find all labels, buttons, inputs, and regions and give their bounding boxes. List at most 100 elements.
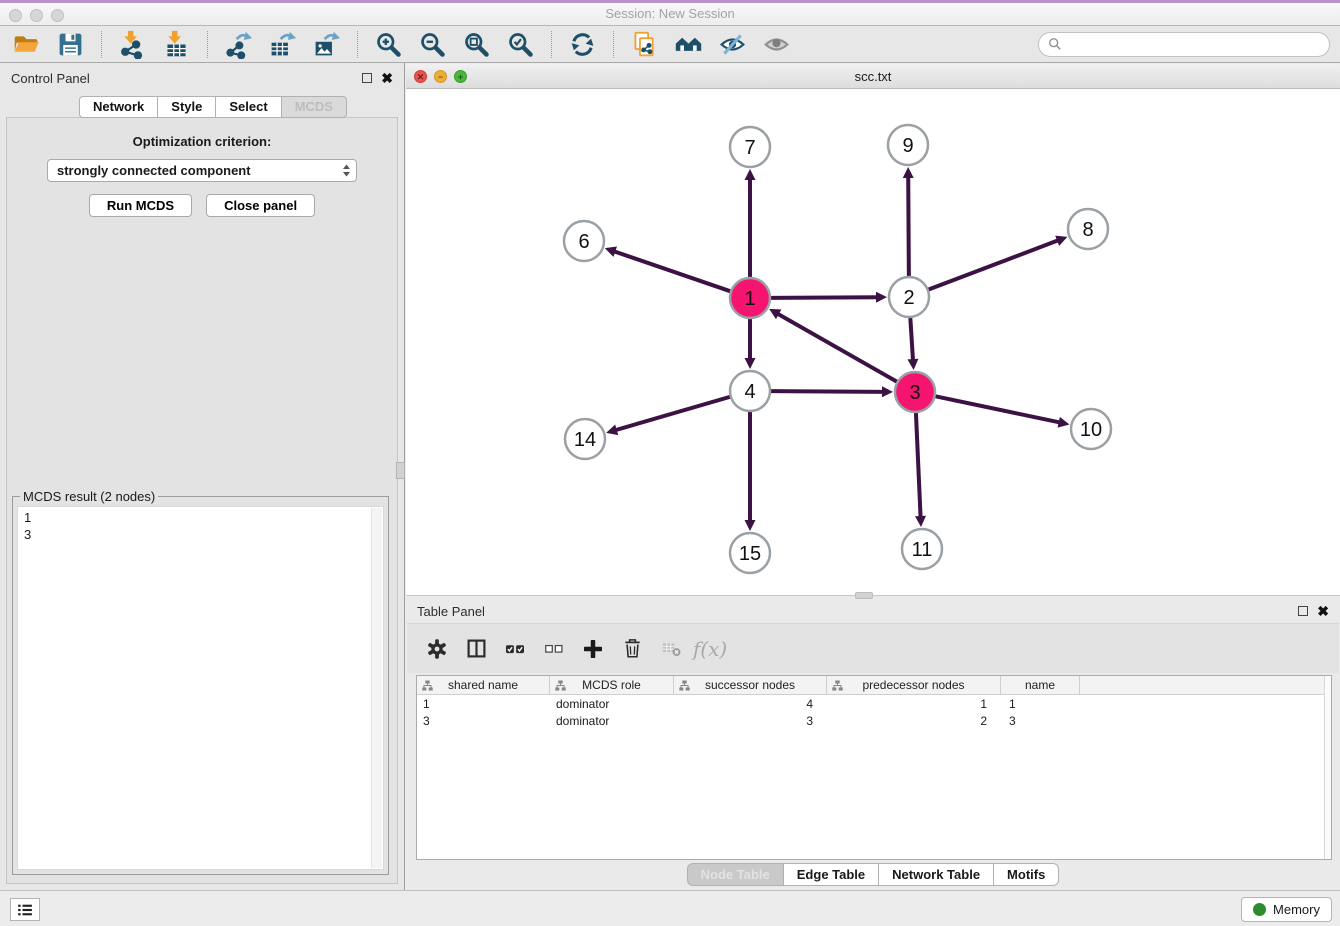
window-zoom-button[interactable] [51, 9, 64, 22]
delete-button[interactable] [619, 636, 645, 662]
show-all-button[interactable] [760, 28, 793, 60]
node-6[interactable]: 6 [564, 221, 604, 261]
mcds-result-list[interactable]: 13 [17, 506, 384, 870]
cell-predecessor-nodes[interactable]: 1 [827, 695, 1001, 712]
node-2[interactable]: 2 [889, 277, 929, 317]
select-all-button[interactable] [502, 636, 528, 662]
node-9[interactable]: 9 [888, 125, 928, 165]
column-header-successor-nodes[interactable]: successor nodes [674, 676, 827, 694]
node-14[interactable]: 14 [565, 419, 605, 459]
splitter-handle-horizontal[interactable] [855, 592, 873, 599]
zoom-selected-button[interactable] [504, 28, 537, 60]
cell-successor-nodes[interactable]: 3 [674, 712, 827, 729]
cell-name[interactable]: 1 [1001, 695, 1080, 712]
node-10[interactable]: 10 [1071, 409, 1111, 449]
node-4[interactable]: 4 [730, 371, 770, 411]
tab-network[interactable]: Network [79, 96, 157, 118]
close-panel-button[interactable]: Close panel [206, 194, 315, 217]
zoom-out-button[interactable] [416, 28, 449, 60]
node-11[interactable]: 11 [902, 529, 942, 569]
cell-predecessor-nodes[interactable]: 2 [827, 712, 1001, 729]
column-split-icon [465, 637, 488, 660]
column-header-predecessor-nodes[interactable]: predecessor nodes [827, 676, 1001, 694]
network-canvas[interactable]: 7 9 6 8 1 2 4 3 14 10 15 11 [406, 89, 1340, 595]
task-history-button[interactable] [10, 898, 40, 921]
edge-4-3[interactable] [771, 386, 893, 397]
import-table-button[interactable] [160, 28, 193, 60]
edge-2-9[interactable] [903, 167, 914, 276]
node-table[interactable]: shared nameMCDS rolesuccessor nodesprede… [416, 675, 1332, 860]
edge-2-3[interactable] [907, 318, 918, 370]
float-panel-icon[interactable] [362, 73, 372, 83]
show-column-button[interactable] [463, 636, 489, 662]
cell-shared-name[interactable]: 1 [417, 695, 550, 712]
save-session-button[interactable] [54, 28, 87, 60]
function-builder-button[interactable]: f(x) [697, 636, 723, 662]
column-header-shared-name[interactable]: shared name [417, 676, 550, 694]
add-button[interactable] [580, 636, 606, 662]
table-scrollbar[interactable] [1324, 676, 1331, 859]
criterion-select[interactable]: strongly connected component [47, 159, 357, 182]
close-panel-icon[interactable]: ✖ [381, 73, 393, 83]
column-header-mcds-role[interactable]: MCDS role [550, 676, 674, 694]
cell-name[interactable]: 3 [1001, 712, 1080, 729]
search-input[interactable] [1067, 37, 1320, 52]
table-row[interactable]: 1dominator411 [417, 695, 1331, 712]
table-row[interactable]: 3dominator323 [417, 712, 1331, 729]
table-tab-node-table[interactable]: Node Table [687, 863, 783, 886]
delete-column-button[interactable] [658, 636, 684, 662]
export-table-button[interactable] [266, 28, 299, 60]
tab-style[interactable]: Style [157, 96, 215, 118]
table-tab-motifs[interactable]: Motifs [993, 863, 1059, 886]
cell-mcds-role[interactable]: dominator [550, 712, 674, 729]
network-minimize-button[interactable]: − [434, 70, 447, 83]
edge-2-8[interactable] [929, 236, 1068, 290]
edge-4-15[interactable] [745, 412, 756, 531]
node-7[interactable]: 7 [730, 127, 770, 167]
edge-1-2[interactable] [771, 292, 887, 303]
clone-network-button[interactable] [628, 28, 661, 60]
network-zoom-button[interactable]: + [454, 70, 467, 83]
memory-button[interactable]: Memory [1241, 897, 1332, 922]
splitter-handle-vertical[interactable] [396, 462, 405, 479]
node-15[interactable]: 15 [730, 533, 770, 573]
result-scrollbar[interactable] [371, 508, 382, 868]
control-panel: Control Panel ✖ NetworkStyleSelectMCDS O… [0, 63, 405, 890]
zoom-in-button[interactable] [372, 28, 405, 60]
import-network-button[interactable] [116, 28, 149, 60]
zoom-fit-button[interactable] [460, 28, 493, 60]
edge-1-6[interactable] [605, 247, 730, 292]
edge-4-14[interactable] [606, 397, 730, 435]
edge-3-1[interactable] [769, 309, 897, 382]
cell-mcds-role[interactable]: dominator [550, 695, 674, 712]
edge-1-4[interactable] [745, 319, 756, 369]
window-minimize-button[interactable] [30, 9, 43, 22]
open-session-button[interactable] [10, 28, 43, 60]
first-neighbors-button[interactable] [672, 28, 705, 60]
network-close-button[interactable]: ✕ [414, 70, 427, 83]
hide-selected-button[interactable] [716, 28, 749, 60]
edge-3-11[interactable] [915, 413, 926, 527]
close-table-panel-icon[interactable]: ✖ [1317, 606, 1329, 616]
run-mcds-button[interactable]: Run MCDS [89, 194, 192, 217]
edge-1-7[interactable] [745, 169, 756, 277]
float-table-panel-icon[interactable] [1298, 606, 1308, 616]
tab-select[interactable]: Select [215, 96, 280, 118]
tab-mcds[interactable]: MCDS [281, 96, 347, 118]
node-8[interactable]: 8 [1068, 209, 1108, 249]
node-3[interactable]: 3 [895, 372, 935, 412]
node-1[interactable]: 1 [730, 278, 770, 318]
window-close-button[interactable] [9, 9, 22, 22]
export-network-button[interactable] [222, 28, 255, 60]
deselect-all-button[interactable] [541, 636, 567, 662]
export-image-button[interactable] [310, 28, 343, 60]
table-tab-edge-table[interactable]: Edge Table [783, 863, 878, 886]
table-settings-button[interactable] [424, 636, 450, 662]
cell-shared-name[interactable]: 3 [417, 712, 550, 729]
refresh-button[interactable] [566, 28, 599, 60]
table-tab-network-table[interactable]: Network Table [878, 863, 993, 886]
edge-3-10[interactable] [936, 396, 1070, 427]
column-header-name[interactable]: name [1001, 676, 1080, 694]
cell-successor-nodes[interactable]: 4 [674, 695, 827, 712]
network-graph[interactable]: 7 9 6 8 1 2 4 3 14 10 15 11 [406, 89, 1340, 595]
